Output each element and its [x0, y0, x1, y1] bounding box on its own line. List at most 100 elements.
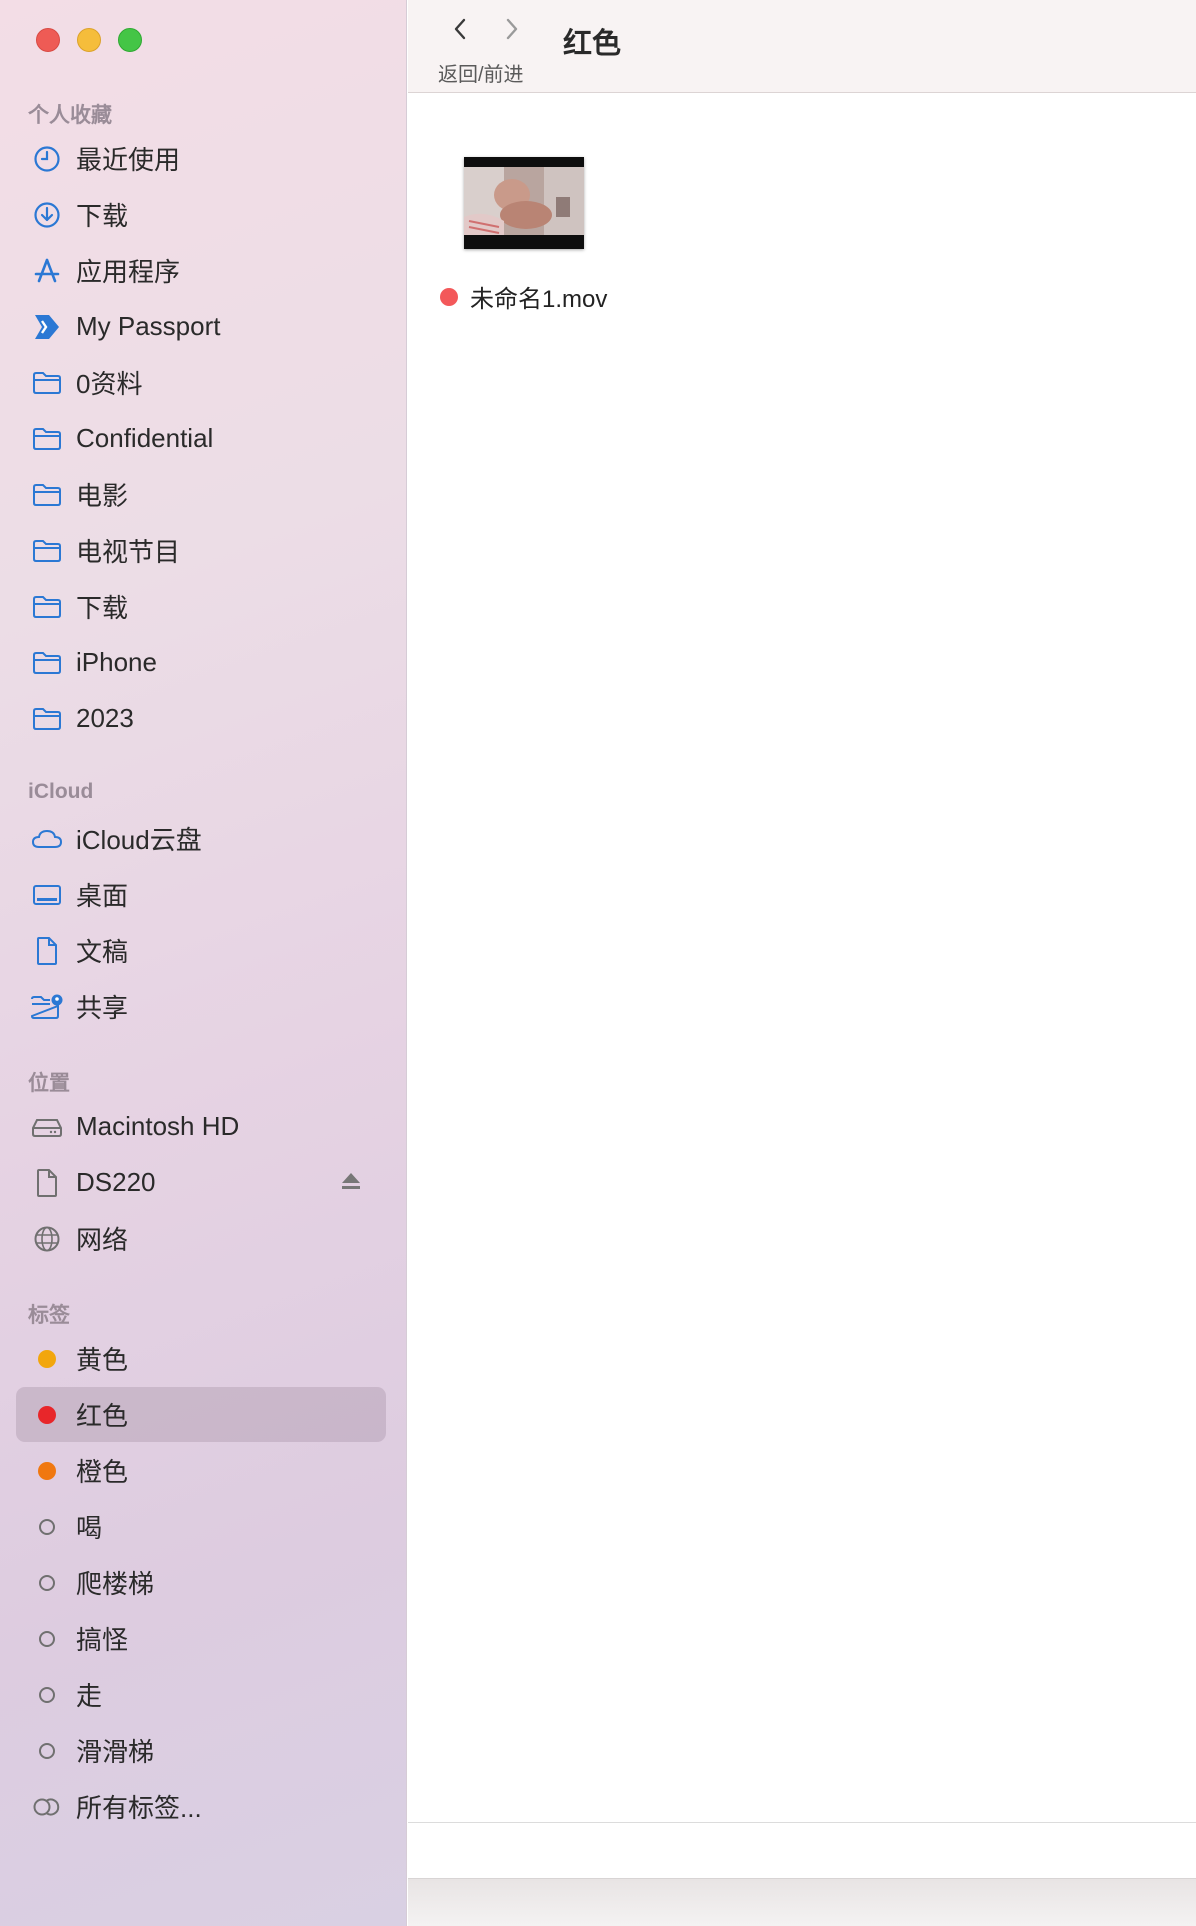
sidebar-item-tag-gaoguai[interactable]: 搞怪: [16, 1611, 386, 1666]
folder-icon: [30, 646, 64, 680]
sidebar-item-label: 搞怪: [76, 1625, 129, 1655]
sidebar-item-documents[interactable]: 文稿: [16, 923, 386, 978]
sidebar-item-label: 电视节目: [76, 537, 181, 567]
sidebar-item-desktop[interactable]: 桌面: [16, 867, 386, 922]
empty-tag-circle-icon: [30, 1566, 64, 1600]
drive-icon: [30, 310, 64, 344]
sidebar-item-network[interactable]: 网络: [16, 1211, 386, 1266]
sidebar-item-tag-he[interactable]: 喝: [16, 1499, 386, 1554]
sidebar-item-icloud-drive[interactable]: iCloud云盘: [16, 811, 386, 866]
file-name: 未命名1.mov: [470, 286, 608, 313]
minimize-window-button[interactable]: [77, 28, 101, 52]
sidebar-item-macintosh-hd[interactable]: Macintosh HD: [16, 1099, 386, 1154]
folder-icon: [30, 534, 64, 568]
sidebar-item-label: 文稿: [76, 937, 129, 967]
forward-button[interactable]: [500, 14, 524, 49]
file-browser: 未命名1.mov: [408, 93, 1196, 1823]
window-title: 红色: [563, 28, 622, 60]
apps-icon: [30, 254, 64, 288]
document-icon: [30, 934, 64, 968]
window-controls: [36, 28, 142, 52]
download-icon: [30, 198, 64, 232]
sidebar-item-tag-huahuati[interactable]: 滑滑梯: [16, 1723, 386, 1778]
shared-folder-icon: [30, 990, 64, 1024]
sidebar-item-ds220[interactable]: DS220: [16, 1155, 386, 1210]
sidebar-item-shared[interactable]: 共享: [16, 979, 386, 1034]
folder-icon: [30, 702, 64, 736]
sidebar-item-label: DS220: [76, 1167, 156, 1197]
section-title-tags: 标签: [28, 1304, 70, 1327]
hard-drive-icon: [30, 1110, 64, 1144]
sidebar-item-label: 桌面: [76, 881, 129, 911]
sidebar-item-recents[interactable]: 最近使用: [16, 131, 386, 186]
empty-tag-circle-icon: [30, 1510, 64, 1544]
folder-icon: [30, 478, 64, 512]
sidebar-item-label: iPhone: [76, 647, 157, 677]
sidebar-item-label: iCloud云盘: [76, 825, 202, 855]
sidebar: 个人收藏 最近使用 下载 应用程序 My Passport 0资料 Confid: [0, 0, 407, 1926]
section-title-icloud: iCloud: [28, 780, 94, 803]
sidebar-item-folder-iphone[interactable]: iPhone: [16, 635, 386, 690]
back-button[interactable]: [448, 14, 472, 49]
sidebar-item-applications[interactable]: 应用程序: [16, 243, 386, 298]
sidebar-item-tag-yellow[interactable]: 黄色: [16, 1331, 386, 1386]
sidebar-item-label: 红色: [76, 1401, 129, 1431]
close-window-button[interactable]: [36, 28, 60, 52]
sidebar-item-label: 爬楼梯: [76, 1569, 155, 1599]
sidebar-item-label: 应用程序: [76, 257, 181, 287]
sidebar-item-label: My Passport: [76, 311, 221, 341]
sidebar-item-label: 0资料: [76, 369, 143, 399]
sidebar-item-downloads[interactable]: 下载: [16, 187, 386, 242]
sidebar-item-label: 所有标签...: [76, 1793, 202, 1823]
status-bar: [408, 1823, 1196, 1879]
sidebar-item-label: 喝: [76, 1513, 103, 1543]
sidebar-item-folder-movies[interactable]: 电影: [16, 467, 386, 522]
clock-icon: [30, 142, 64, 176]
section-title-favorites: 个人收藏: [28, 104, 112, 127]
file-item[interactable]: 未命名1.mov: [440, 279, 607, 314]
zoom-window-button[interactable]: [118, 28, 142, 52]
sidebar-item-label: 下载: [76, 593, 129, 623]
folder-icon: [30, 422, 64, 456]
empty-tag-circle-icon: [30, 1622, 64, 1656]
sidebar-item-label: 走: [76, 1681, 103, 1711]
section-title-locations: 位置: [28, 1072, 70, 1095]
sidebar-item-label: 滑滑梯: [76, 1737, 155, 1767]
sidebar-item-folder-0ziliao[interactable]: 0资料: [16, 355, 386, 410]
sidebar-item-tag-palouti[interactable]: 爬楼梯: [16, 1555, 386, 1610]
sidebar-item-label: 最近使用: [76, 145, 181, 175]
red-tag-dot-icon: [30, 1398, 64, 1432]
empty-tag-circle-icon: [30, 1734, 64, 1768]
sidebar-item-label: Confidential: [76, 423, 214, 453]
sidebar-item-folder-confidential[interactable]: Confidential: [16, 411, 386, 466]
empty-tag-circle-icon: [30, 1678, 64, 1712]
sidebar-item-label: Macintosh HD: [76, 1111, 240, 1141]
sidebar-item-folder-2023[interactable]: 2023: [16, 691, 386, 746]
document-icon: [30, 1166, 64, 1200]
sidebar-item-label: 网络: [76, 1225, 129, 1255]
sidebar-item-folder-tv-shows[interactable]: 电视节目: [16, 523, 386, 578]
sidebar-item-label: 电影: [76, 481, 129, 511]
eject-icon[interactable]: [340, 1171, 362, 1196]
all-tags-icon: [30, 1790, 64, 1824]
sidebar-item-label: 橙色: [76, 1457, 129, 1487]
red-tag-dot-icon: [440, 287, 458, 306]
sidebar-item-folder-downloads[interactable]: 下载: [16, 579, 386, 634]
video-thumbnail[interactable]: [464, 157, 584, 249]
toolbar: 返回/前进 红色: [408, 0, 1196, 93]
nav-caption: 返回/前进: [438, 64, 524, 86]
sidebar-item-label: 下载: [76, 201, 129, 231]
sidebar-item-label: 2023: [76, 703, 134, 733]
sidebar-item-tag-orange[interactable]: 橙色: [16, 1443, 386, 1498]
sidebar-item-all-tags[interactable]: 所有标签...: [16, 1779, 386, 1834]
orange-tag-dot-icon: [30, 1454, 64, 1488]
path-bar: [408, 1878, 1196, 1926]
sidebar-item-my-passport[interactable]: My Passport: [16, 299, 386, 354]
desktop-icon: [30, 878, 64, 912]
sidebar-item-tag-red[interactable]: 红色: [16, 1387, 386, 1442]
folder-icon: [30, 590, 64, 624]
sidebar-item-label: 共享: [76, 993, 129, 1023]
network-icon: [30, 1222, 64, 1256]
yellow-tag-dot-icon: [30, 1342, 64, 1376]
sidebar-item-tag-zou[interactable]: 走: [16, 1667, 386, 1722]
